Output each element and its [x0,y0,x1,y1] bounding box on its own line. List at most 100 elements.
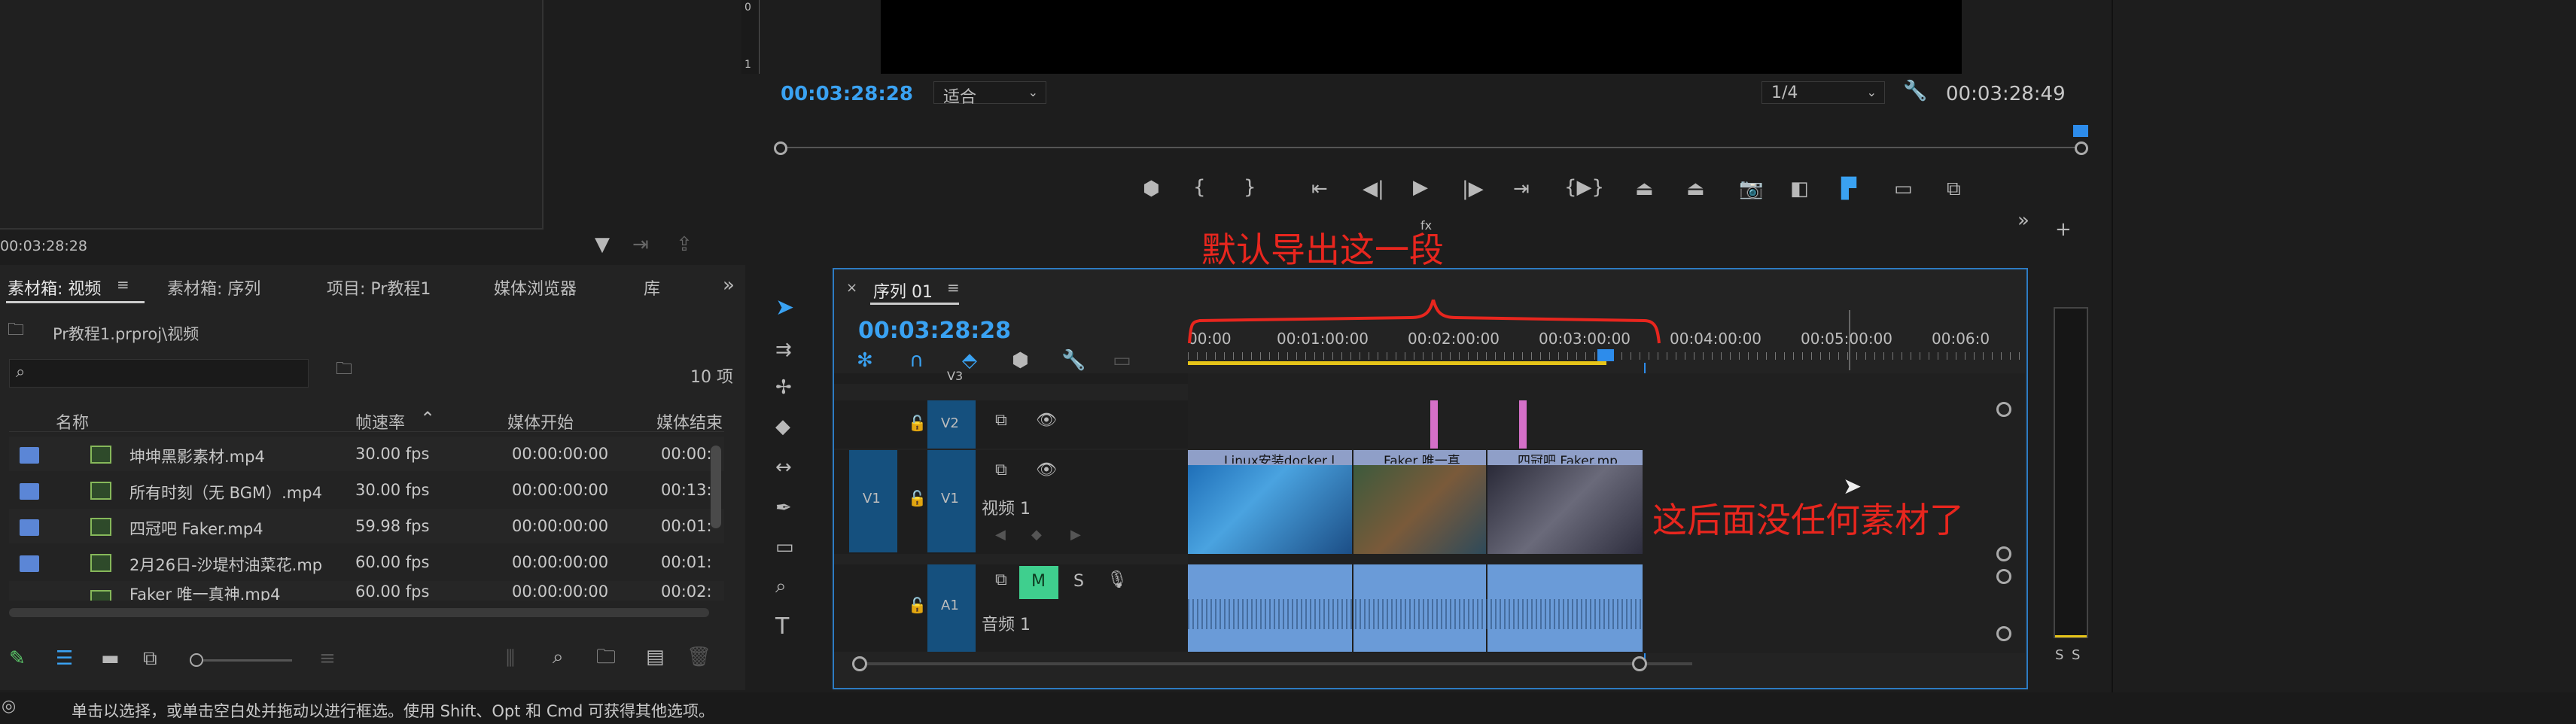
step-forward-icon[interactable]: |▶ [1462,179,1484,199]
multi-camera-icon[interactable]: ⧉ [1947,179,1961,199]
label-color[interactable] [20,483,39,500]
find-icon[interactable]: ⌕ [553,647,564,667]
zoom-slider-handle[interactable] [190,653,203,667]
fit-select[interactable]: 适合 ⌄ [933,81,1046,107]
list-view-icon[interactable]: ☰ [56,649,73,668]
work-area-bar[interactable] [1188,361,1606,365]
tab-library[interactable]: 库 [644,275,660,300]
track-v1-target[interactable]: V1 [927,450,976,552]
next-keyframe-icon[interactable]: ▶ [1070,528,1081,542]
automate-to-sequence-icon[interactable]: ⫼ [506,649,515,668]
extract-icon[interactable]: ⏏ [1686,179,1705,199]
type-tool-icon[interactable]: T [775,616,789,638]
tab-media-browser[interactable]: 媒体浏览器 [494,275,577,300]
captions-icon[interactable]: ▭ [1113,351,1131,370]
pencil-icon[interactable]: ✎ [9,649,26,668]
lock-icon[interactable]: 🔓 [908,415,927,430]
razor-tool-icon[interactable]: ◆ [775,417,790,437]
scrubber-start-handle[interactable] [774,141,787,155]
label-color[interactable] [20,555,39,572]
track-v2-target[interactable]: V2 [927,400,976,449]
video-clip-3[interactable]: 四冠吧 Faker.mp [1487,450,1643,554]
more-controls-icon[interactable]: » [2017,211,2029,230]
hand-tool-icon[interactable]: ⌕ [775,576,787,596]
camera-icon[interactable]: 📷 [1739,179,1763,199]
safe-margins-icon[interactable]: ▭ [1894,179,1913,199]
tab-bin-video[interactable]: 素材箱: 视频 [8,275,101,300]
resolution-select[interactable]: 1/4 ⌄ [1761,81,1885,104]
mute-button[interactable]: M [1019,566,1058,599]
list-item[interactable]: 坤坤黑影素材.mp4 30.00 fps 00:00:00:00 00:00: [9,437,724,471]
add-marker-icon[interactable]: ⬢ [1012,351,1029,370]
comparison-view-icon[interactable]: ◧ [1790,179,1809,199]
slip-tool-icon[interactable]: ↔ [775,458,792,477]
timeline-timecode[interactable]: 00:03:28:28 [858,318,1011,344]
video-clip-2[interactable]: Faker 唯一真 [1353,450,1486,554]
v-scroll-handle[interactable] [1996,546,2011,561]
menu-icon[interactable]: ≡ [117,277,129,292]
list-item[interactable]: 2月26日-沙堤村油菜花.mp 60.00 fps 00:00:00:00 00… [9,545,724,580]
col-framerate[interactable]: 帧速率 [355,409,405,433]
lock-icon[interactable]: 🔓 [908,491,927,506]
go-to-out-icon[interactable]: ⇥ [1513,179,1530,199]
eye-icon[interactable]: 👁 [1036,412,1057,429]
col-media-start[interactable]: 媒体开始 [507,409,574,433]
add-button-icon[interactable]: + [2055,220,2072,239]
video-clip-1[interactable]: Linux安装docker l [1188,450,1352,554]
add-marker-icon[interactable]: ⬢ [1143,179,1160,199]
sync-lock-icon[interactable]: ⧉ [995,412,1007,429]
program-current-time[interactable]: 00:03:28:28 [781,83,913,105]
go-to-in-icon[interactable]: ⇤ [1311,179,1328,199]
snap-icon[interactable]: ✻ [857,351,873,370]
microphone-icon[interactable]: 🎙 [1107,572,1128,589]
linked-selection-icon[interactable]: ∩ [909,351,924,370]
new-bin-icon[interactable]: 🗀 [596,647,616,667]
scroll-handle-right[interactable] [1632,656,1647,671]
program-scrubber[interactable] [780,147,2081,148]
vertical-scrollbar[interactable] [711,446,721,528]
v-scroll-handle[interactable] [1996,626,2011,641]
label-color[interactable] [20,519,39,536]
tab-bin-sequence[interactable]: 素材箱: 序列 [167,275,260,300]
pen-tool-icon[interactable]: ✒ [775,498,792,518]
track-select-tool-icon[interactable]: ⇉ [775,340,792,360]
nest-icon[interactable]: ⬘ [962,351,977,370]
lift-icon[interactable]: ⏏ [1635,179,1654,199]
sequence-tab[interactable]: 序列 01 [873,278,933,303]
timeline-settings-icon[interactable]: 🔧 [1061,351,1086,370]
play-in-to-out-icon[interactable]: {▶} [1564,178,1604,197]
v-scroll-handle[interactable] [1996,569,2011,584]
track-a1-target[interactable]: A1 [927,564,976,652]
mark-out-icon[interactable]: } [1244,178,1256,197]
new-item-icon[interactable]: ▤ [646,647,665,667]
v-scroll-handle[interactable] [1996,402,2011,417]
new-search-bin-icon[interactable]: 🗀 [336,361,352,378]
icon-view-icon[interactable]: ▬ [101,649,120,668]
wrench-icon[interactable]: 🔧 [1903,81,1927,101]
export-frame-icon[interactable]: ⇪ [676,235,693,254]
scroll-handle-left[interactable] [852,656,867,671]
list-item[interactable]: Faker 唯一真神.mp4 60.00 fps 00:00:00:00 00:… [9,581,724,601]
prev-keyframe-icon[interactable]: ◀ [995,528,1006,542]
playhead-marker[interactable] [2073,125,2088,137]
sync-lock-icon[interactable]: ⧉ [995,572,1007,589]
filter-icon[interactable]: ▼ [595,235,610,254]
mark-in-icon[interactable]: { [1193,178,1206,197]
search-input[interactable]: ⌕ [9,359,309,388]
playhead-marker[interactable] [1597,349,1614,361]
sort-ascending-icon[interactable]: ⌃ [420,408,435,429]
menu-icon[interactable]: ≡ [947,280,960,295]
vr-video-icon[interactable]: ▛ [1841,179,1856,199]
source-v1-patch[interactable]: V1 [849,450,897,552]
sync-lock-icon[interactable]: ⧉ [995,462,1007,479]
horizontal-scrollbar[interactable] [9,608,709,617]
expand-tabs-icon[interactable]: » [723,275,735,295]
step-back-icon[interactable]: ◀| [1363,179,1384,199]
freeform-view-icon[interactable]: ⧉ [143,649,157,668]
play-icon[interactable]: ▶ [1413,178,1428,197]
sort-icons-icon[interactable]: ≡ [319,649,336,668]
add-keyframe-icon[interactable]: ◆ [1031,528,1042,542]
trash-icon[interactable]: 🗑 [687,647,711,667]
lock-icon[interactable]: 🔓 [908,598,927,613]
col-media-end[interactable]: 媒体结束 [656,409,723,433]
